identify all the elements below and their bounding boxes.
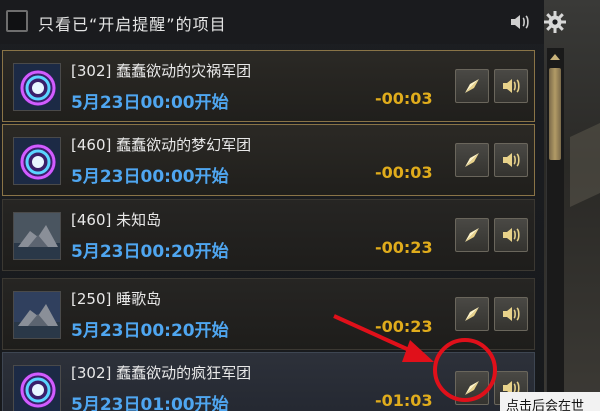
navigate-button[interactable] <box>455 218 489 252</box>
compass-icon <box>465 79 479 93</box>
event-name: [302] 蠢蠢欲动的灾祸军团 <box>71 62 252 80</box>
event-name: [460] 蠢蠢欲动的梦幻军团 <box>71 136 252 154</box>
annotation-circle <box>433 338 497 402</box>
event-start-time: 5月23日00:20开始 <box>71 242 229 262</box>
event-countdown: -00:03 <box>375 163 433 182</box>
event-name: [302] 蠢蠢欲动的疯狂军团 <box>71 364 252 382</box>
event-start-time: 5月23日01:00开始 <box>71 395 229 411</box>
alarm-button[interactable] <box>494 218 528 252</box>
alarm-button[interactable] <box>494 69 528 103</box>
filter-checkbox[interactable] <box>6 10 28 32</box>
event-row[interactable]: [302] 蠢蠢欲动的灾祸军团 5月23日00:00开始 -00:03 <box>2 50 535 122</box>
event-row[interactable]: [460] 蠢蠢欲动的梦幻军团 5月23日00:00开始 -00:03 <box>2 124 535 196</box>
compass-icon <box>465 228 479 242</box>
event-row[interactable]: [460] 未知岛 5月23日00:20开始 -00:23 <box>2 199 535 271</box>
event-start-time: 5月23日00:20开始 <box>71 321 229 341</box>
gear-icon[interactable] <box>543 10 567 34</box>
alarm-icon <box>503 153 520 167</box>
navigate-button[interactable] <box>455 69 489 103</box>
island-icon <box>13 212 61 260</box>
speaker-icon[interactable] <box>508 10 532 34</box>
portal-icon <box>13 63 61 111</box>
alarm-icon <box>503 79 520 93</box>
compass-icon <box>465 307 479 321</box>
scroll-up-icon[interactable] <box>548 50 562 64</box>
portal-icon <box>13 365 61 411</box>
navigate-button[interactable] <box>455 297 489 331</box>
event-name: [460] 未知岛 <box>71 211 162 229</box>
tooltip: 点击后会在世 <box>500 392 600 411</box>
event-countdown: -00:03 <box>375 89 433 108</box>
event-start-time: 5月23日00:00开始 <box>71 93 229 113</box>
event-start-time: 5月23日00:00开始 <box>71 167 229 187</box>
annotation-arrow <box>333 314 434 362</box>
filter-label[interactable]: 只看已“开启提醒”的项目 <box>38 11 227 35</box>
island-icon <box>13 291 61 339</box>
alarm-icon <box>503 307 520 321</box>
navigate-button[interactable] <box>455 143 489 177</box>
event-countdown: -01:03 <box>375 391 433 410</box>
scrollbar-thumb[interactable] <box>549 68 561 160</box>
alarm-button[interactable] <box>494 297 528 331</box>
alarm-button[interactable] <box>494 143 528 177</box>
panel-header: 只看已“开启提醒”的项目 <box>0 0 544 44</box>
event-name: [250] 睡歌岛 <box>71 290 162 308</box>
alarm-icon <box>503 228 520 242</box>
event-countdown: -00:23 <box>375 238 433 257</box>
portal-icon <box>13 137 61 185</box>
compass-icon <box>465 153 479 167</box>
